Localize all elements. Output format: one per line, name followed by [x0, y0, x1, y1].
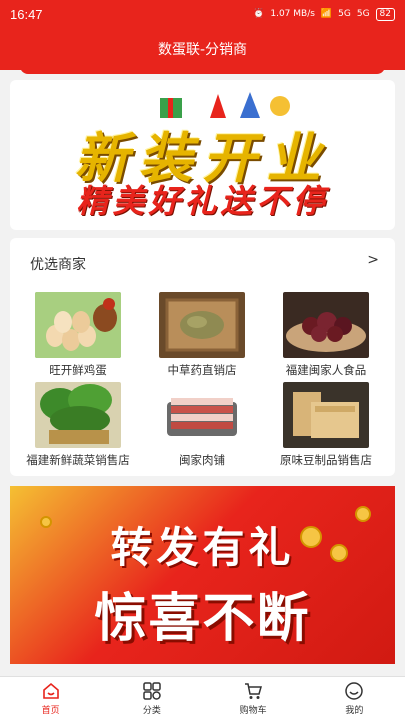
merchant-name: 闽家肉铺 — [179, 453, 225, 467]
bottom-tab-bar: 首页 分类 购物车 我的 — [0, 676, 405, 720]
merchant-item[interactable]: 原味豆制品销售店 — [266, 382, 386, 468]
merchants-title: 优选商家 — [30, 257, 86, 273]
status-time: 16:47 — [10, 6, 43, 22]
tab-label: 我的 — [345, 706, 364, 716]
wifi-icon: 📶 — [320, 9, 333, 19]
merchant-item[interactable]: 福建闽家人食品 — [266, 292, 386, 378]
signal2-label: 5G — [356, 9, 370, 19]
opening-banner-line2: 精美好礼送不停 — [76, 182, 329, 220]
profile-icon — [345, 682, 364, 700]
merchants-card: 优选商家 > 旺开鲜鸡蛋 中草药直销店 福建闽家人食品 福建新鲜蔬菜销售店 闽家… — [10, 238, 395, 476]
home-icon — [42, 682, 59, 699]
tofu-image — [283, 382, 369, 448]
vegetables-image — [35, 382, 121, 448]
merchant-name: 福建闽家人食品 — [285, 363, 367, 377]
header: 数蛋联-分销商 — [0, 28, 405, 70]
tab-profile[interactable]: 我的 — [304, 677, 405, 720]
dried-fruit-image — [283, 292, 369, 358]
merchant-item[interactable]: 闽家肉铺 — [142, 382, 262, 468]
cart-icon — [245, 683, 263, 699]
tab-home[interactable]: 首页 — [0, 677, 101, 720]
tab-label: 分类 — [142, 706, 161, 716]
category-icon — [143, 682, 161, 700]
status-icons: ⏰ 1.07 MB/s 📶 5G 5G 82 — [253, 7, 395, 21]
merchant-item[interactable]: 中草药直销店 — [142, 292, 262, 378]
merchant-name: 中草药直销店 — [167, 363, 237, 377]
header-strip — [20, 66, 385, 74]
merchant-name: 福建新鲜蔬菜销售店 — [26, 453, 130, 467]
tab-category[interactable]: 分类 — [101, 677, 202, 720]
tab-label: 首页 — [41, 706, 60, 716]
battery-icon: 82 — [375, 7, 395, 21]
network-speed: 1.07 MB/s — [270, 9, 315, 19]
promo-banner[interactable]: 转发有礼 惊喜不断 — [10, 486, 395, 664]
tab-label: 购物车 — [239, 706, 267, 716]
merchant-name: 原味豆制品销售店 — [280, 453, 372, 467]
alarm-icon: ⏰ — [253, 9, 265, 19]
merchants-more-icon[interactable]: > — [367, 252, 379, 268]
opening-banner[interactable]: 新装开业 精美好礼送不停 — [10, 80, 395, 230]
eggs-image — [35, 292, 121, 358]
merchant-name: 旺开鲜鸡蛋 — [49, 363, 107, 377]
status-bar: 16:47 ⏰ 1.07 MB/s 📶 5G 5G 82 — [0, 0, 405, 28]
promo-banner-line2: 惊喜不断 — [94, 589, 311, 649]
signal1-label: 5G — [338, 9, 351, 19]
page-title: 数蛋联-分销商 — [157, 42, 248, 58]
pork-image — [159, 382, 245, 448]
promo-banner-line1: 转发有礼 — [110, 523, 295, 572]
merchant-item[interactable]: 福建新鲜蔬菜销售店 — [18, 382, 138, 468]
merchant-item[interactable]: 旺开鲜鸡蛋 — [18, 292, 138, 378]
herbs-image — [159, 292, 245, 358]
tab-cart[interactable]: 购物车 — [203, 677, 304, 720]
